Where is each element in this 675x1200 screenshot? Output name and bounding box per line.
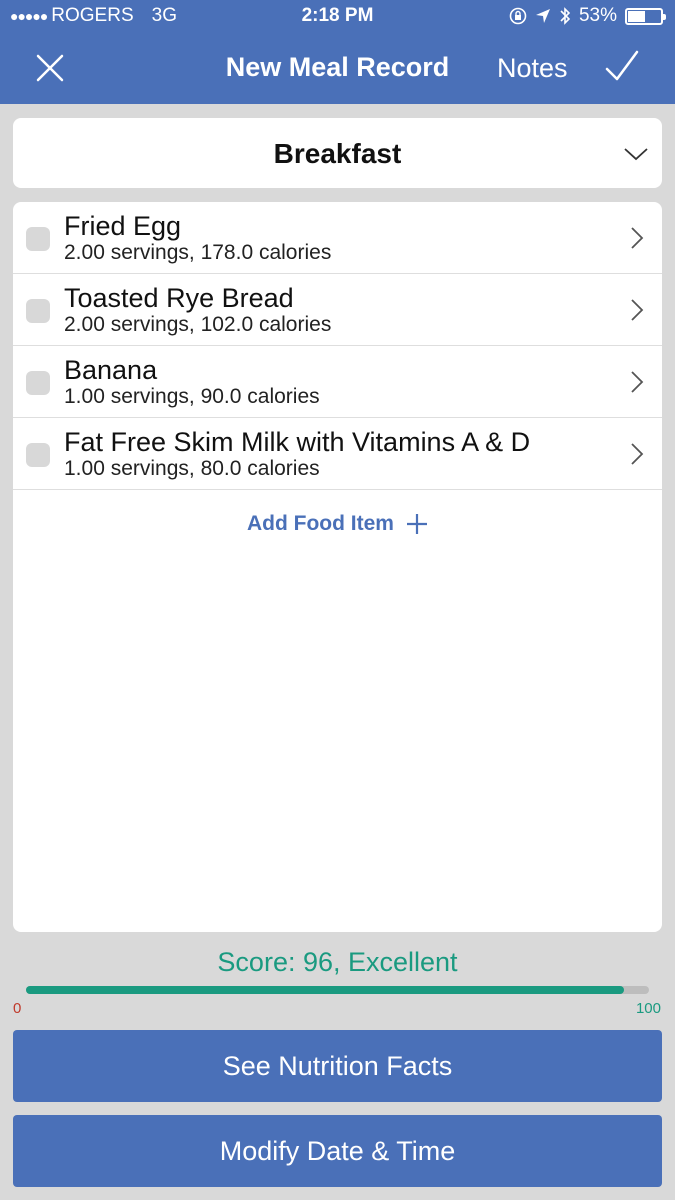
food-item-detail: 2.00 servings, 178.0 calories xyxy=(64,241,332,264)
score-min-label: 0 xyxy=(13,1000,22,1017)
meal-type-dropdown[interactable]: Breakfast xyxy=(13,118,662,188)
plus-icon xyxy=(406,514,427,534)
food-item-name: Fried Egg xyxy=(64,211,182,241)
battery-fill xyxy=(628,10,645,22)
food-item-checkbox[interactable] xyxy=(26,299,50,323)
status-right: 53% xyxy=(509,5,666,27)
nav-bar: New Meal Record Notes xyxy=(0,34,675,104)
meal-score: Score: 96, Excellent xyxy=(217,947,458,977)
chevron-down-icon xyxy=(624,148,648,161)
battery-icon xyxy=(625,7,666,25)
bluetooth-icon xyxy=(560,7,571,25)
food-item-detail: 1.00 servings, 90.0 calories xyxy=(64,385,320,408)
page-title-text: New Meal Record xyxy=(225,52,450,82)
food-item-row[interactable]: Fried Egg 2.00 servings, 178.0 calories xyxy=(13,202,662,274)
food-list: Fried Egg 2.00 servings, 178.0 calories … xyxy=(13,202,662,932)
add-food-item-button[interactable]: Add Food Item xyxy=(13,512,662,536)
orientation-lock-icon xyxy=(509,7,527,25)
location-arrow-icon xyxy=(535,9,550,23)
food-item-detail: 1.00 servings, 80.0 calories xyxy=(64,457,320,480)
checkmark-icon[interactable] xyxy=(604,48,640,84)
food-item-name: Toasted Rye Bread xyxy=(64,283,294,313)
food-item-row[interactable]: Banana 1.00 servings, 90.0 calories xyxy=(13,346,662,418)
chevron-right-icon xyxy=(631,443,644,465)
score-progress-fill xyxy=(26,986,625,994)
food-item-checkbox[interactable] xyxy=(26,371,50,395)
chevron-right-icon xyxy=(631,227,644,249)
status-bar: ●●●●● ROGERS 3G 2:18 PM 53% xyxy=(0,0,675,34)
score-max-label: 100 xyxy=(635,1000,661,1017)
food-item-row[interactable]: Toasted Rye Bread 2.00 servings, 102.0 c… xyxy=(13,274,662,346)
food-item-row[interactable]: Fat Free Skim Milk with Vitamins A & D 1… xyxy=(13,418,662,490)
food-item-checkbox[interactable] xyxy=(26,443,50,467)
food-item-detail: 2.00 servings, 102.0 calories xyxy=(64,313,332,336)
score-progress-bar xyxy=(26,986,649,994)
see-nutrition-facts-button[interactable]: See Nutrition Facts xyxy=(13,1030,662,1102)
chevron-right-icon xyxy=(631,299,644,321)
chevron-right-icon xyxy=(631,371,644,393)
food-item-name: Banana xyxy=(64,355,158,385)
meal-type-label: Breakfast xyxy=(273,138,402,169)
notes-button[interactable]: Notes xyxy=(497,53,568,84)
food-item-name: Fat Free Skim Milk with Vitamins A & D xyxy=(64,427,531,457)
top-bar: ●●●●● ROGERS 3G 2:18 PM 53% New Meal Rec… xyxy=(0,0,675,104)
page-title: New Meal Record xyxy=(0,52,675,83)
modify-date-time-button[interactable]: Modify Date & Time xyxy=(13,1115,662,1187)
add-food-item-label: Add Food Item xyxy=(247,512,394,535)
battery-percent: 53% xyxy=(578,5,617,26)
food-item-checkbox[interactable] xyxy=(26,227,50,251)
